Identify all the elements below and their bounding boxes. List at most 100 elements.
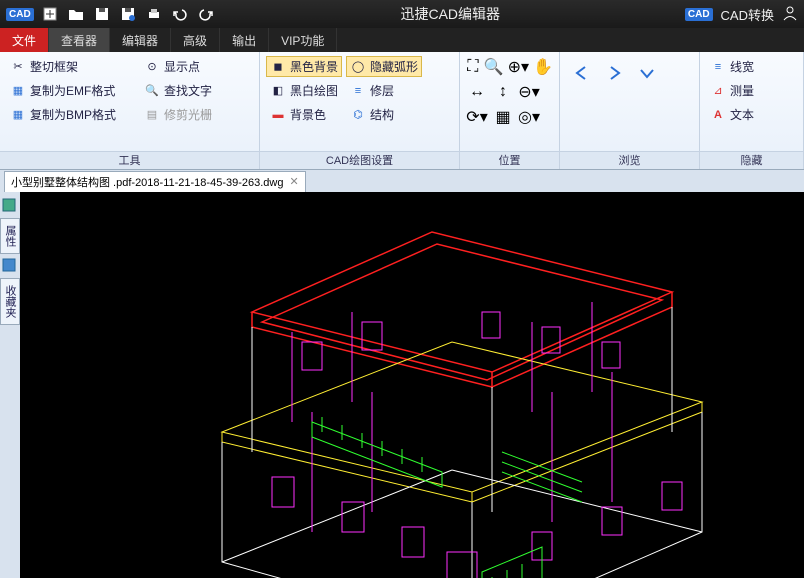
grid-icon[interactable]: ▦ xyxy=(492,106,514,128)
structure-icon: ⌬ xyxy=(350,107,366,123)
ribbon-group-cad: ◼黑色背景 ◧黑白绘图 ▬背景色 ◯隐藏弧形 ≡修层 ⌬结构 CAD绘图设置 xyxy=(260,52,460,169)
print-icon[interactable] xyxy=(144,5,164,23)
item-label: 结构 xyxy=(370,106,394,123)
item-label: 黑白绘图 xyxy=(290,82,338,99)
bg-black-icon: ◼ xyxy=(270,59,286,75)
side-tab-favorites[interactable]: 收藏夹 xyxy=(0,278,20,325)
item-label: 黑色背景 xyxy=(290,58,338,75)
ribbon-group-view: 浏览 xyxy=(560,52,700,169)
ribbon-group-hide: ≡线宽 ⊿测量 A文本 隐藏 xyxy=(700,52,804,169)
search-icon: 🔍 xyxy=(144,83,160,99)
app-logo-icon: CAD xyxy=(6,8,34,21)
tab-file[interactable]: 文件 xyxy=(0,28,49,52)
tab-editor[interactable]: 编辑器 xyxy=(110,28,171,52)
cad-badge-icon: CAD xyxy=(685,8,713,21)
zoom-out-icon[interactable]: ⊖▾ xyxy=(518,81,540,103)
down-icon[interactable] xyxy=(636,62,658,84)
menu-bar: 文件 查看器 编辑器 高级 输出 VIP功能 xyxy=(0,28,804,52)
text-icon: A xyxy=(710,107,726,123)
new-file-icon[interactable] xyxy=(40,5,60,23)
show-points-button[interactable]: ⊙显示点 xyxy=(140,56,216,77)
item-label: 整切框架 xyxy=(30,58,78,75)
ribbon-group-tools: ✂整切框架 ▦复制为EMF格式 ▦复制为BMP格式 ⊙显示点 🔍查找文字 ▤修剪… xyxy=(0,52,260,169)
side-tab-properties[interactable]: 属性 xyxy=(0,218,20,254)
color-icon: ▬ xyxy=(270,107,286,123)
favorites-icon[interactable] xyxy=(2,258,18,274)
tab-output[interactable]: 输出 xyxy=(220,28,269,52)
user-icon[interactable] xyxy=(782,5,798,24)
crop-icon: ✂ xyxy=(10,59,26,75)
copy-bmp-button[interactable]: ▦复制为BMP格式 xyxy=(6,104,136,125)
item-label: 隐藏弧形 xyxy=(370,58,418,75)
properties-icon[interactable] xyxy=(2,198,18,214)
black-bg-button[interactable]: ◼黑色背景 xyxy=(266,56,342,77)
line-icon: ≡ xyxy=(710,59,726,75)
zoom-window-icon[interactable]: 🔍 xyxy=(484,56,504,78)
open-folder-icon[interactable] xyxy=(66,5,86,23)
document-tab-bar: 小型别墅整体结构图 .pdf-2018-11-21-18-45-39-263.d… xyxy=(0,170,804,192)
save-icon[interactable] xyxy=(92,5,112,23)
undo-icon[interactable] xyxy=(170,5,190,23)
app-title: 迅捷CAD编辑器 xyxy=(216,4,685,24)
item-label: 测量 xyxy=(730,82,754,99)
group-label: 隐藏 xyxy=(700,151,803,169)
measure-icon: ⊿ xyxy=(710,83,726,99)
group-label: 浏览 xyxy=(560,151,699,169)
group-label: 位置 xyxy=(460,151,559,169)
crop-frame-button[interactable]: ✂整切框架 xyxy=(6,56,136,77)
ribbon: ✂整切框架 ▦复制为EMF格式 ▦复制为BMP格式 ⊙显示点 🔍查找文字 ▤修剪… xyxy=(0,52,804,170)
bw-draw-button[interactable]: ◧黑白绘图 xyxy=(266,80,342,101)
close-tab-icon[interactable]: ✕ xyxy=(289,175,298,188)
rotate-icon[interactable]: ⟳▾ xyxy=(466,106,488,128)
cad-drawing xyxy=(20,192,804,578)
layers-button[interactable]: ≡修层 xyxy=(346,80,422,101)
cad-convert-link[interactable]: CAD转换 xyxy=(721,5,774,24)
linewidth-button[interactable]: ≡线宽 xyxy=(706,56,797,77)
layer-icon: ≡ xyxy=(350,83,366,99)
title-right: CAD CAD转换 xyxy=(685,5,798,24)
copy-emf-button[interactable]: ▦复制为EMF格式 xyxy=(6,80,136,101)
drawing-canvas[interactable] xyxy=(20,192,804,578)
zoom-fit-icon[interactable]: ◎▾ xyxy=(518,106,540,128)
bmp-icon: ▦ xyxy=(10,107,26,123)
item-label: 文本 xyxy=(730,106,754,123)
emf-icon: ▦ xyxy=(10,83,26,99)
zoom-in-icon[interactable]: ⊕▾ xyxy=(508,56,529,78)
document-tab-label: 小型别墅整体结构图 .pdf-2018-11-21-18-45-39-263.d… xyxy=(11,174,283,190)
text-button[interactable]: A文本 xyxy=(706,104,797,125)
trim-raster-button: ▤修剪光栅 xyxy=(140,104,216,125)
item-label: 显示点 xyxy=(164,58,200,75)
hide-arc-button[interactable]: ◯隐藏弧形 xyxy=(346,56,422,77)
item-label: 修层 xyxy=(370,82,394,99)
fit-height-icon[interactable]: ↕ xyxy=(492,81,514,103)
title-bar: CAD 迅捷CAD编辑器 CAD CAD转换 xyxy=(0,0,804,28)
fit-width-icon[interactable]: ↔ xyxy=(466,81,488,103)
measure-button[interactable]: ⊿测量 xyxy=(706,80,797,101)
save-as-icon[interactable] xyxy=(118,5,138,23)
item-label: 线宽 xyxy=(730,58,754,75)
ribbon-group-position: ⛶ 🔍 ⊕▾ ✋ ↔ ↕ ⊖▾ ⟳▾ ▦ ◎▾ 位置 xyxy=(460,52,560,169)
forward-icon[interactable] xyxy=(604,62,626,84)
point-icon: ⊙ xyxy=(144,59,160,75)
item-label: 复制为BMP格式 xyxy=(30,106,116,123)
item-label: 修剪光栅 xyxy=(164,106,212,123)
quick-access-toolbar: CAD xyxy=(6,5,216,23)
side-panel: 属性 收藏夹 xyxy=(0,192,20,578)
document-tab[interactable]: 小型别墅整体结构图 .pdf-2018-11-21-18-45-39-263.d… xyxy=(4,171,306,192)
bw-icon: ◧ xyxy=(270,83,286,99)
find-text-button[interactable]: 🔍查找文字 xyxy=(140,80,216,101)
group-label: CAD绘图设置 xyxy=(260,151,459,169)
pan-icon[interactable]: ✋ xyxy=(533,56,553,78)
tab-advanced[interactable]: 高级 xyxy=(171,28,220,52)
zoom-extents-icon[interactable]: ⛶ xyxy=(466,56,480,78)
back-icon[interactable] xyxy=(572,62,594,84)
tab-vip[interactable]: VIP功能 xyxy=(269,28,337,52)
group-label: 工具 xyxy=(0,151,259,169)
raster-icon: ▤ xyxy=(144,107,160,123)
structure-button[interactable]: ⌬结构 xyxy=(346,104,422,125)
item-label: 背景色 xyxy=(290,106,326,123)
item-label: 复制为EMF格式 xyxy=(30,82,115,99)
redo-icon[interactable] xyxy=(196,5,216,23)
tab-viewer[interactable]: 查看器 xyxy=(49,28,110,52)
bg-color-button[interactable]: ▬背景色 xyxy=(266,104,342,125)
